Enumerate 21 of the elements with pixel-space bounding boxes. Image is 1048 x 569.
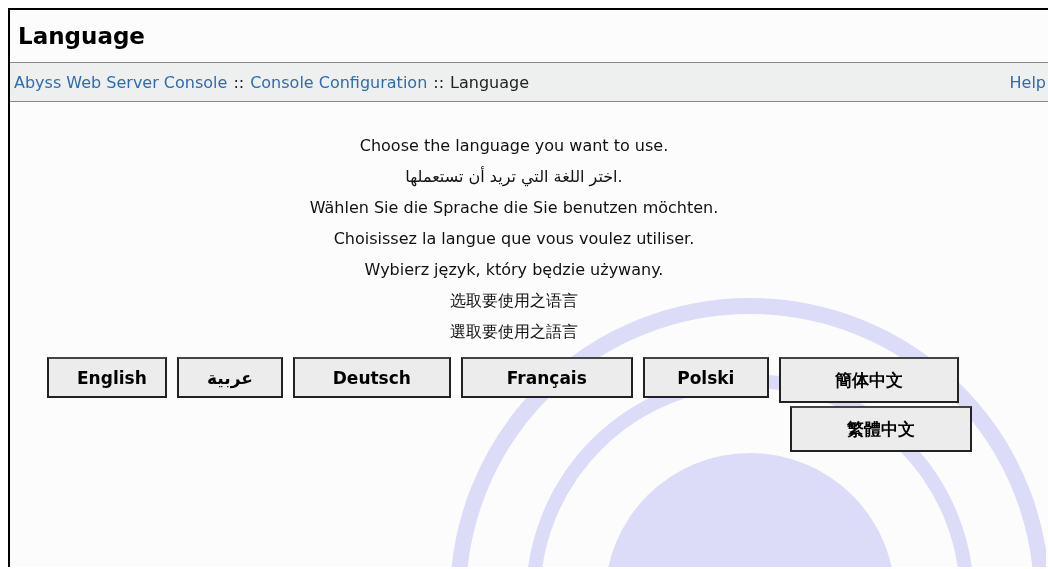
instruction-text: 选取要使用之语言 <box>450 290 578 312</box>
language-button[interactable]: 簡体中文 <box>778 357 959 403</box>
language-button[interactable]: English <box>47 357 167 398</box>
breadcrumb-separator: :: <box>433 72 445 92</box>
breadcrumb-separator: :: <box>233 72 245 92</box>
instruction-text: Wählen Sie die Sprache die Sie benutzen möchten. <box>309 197 719 219</box>
breadcrumb-current: Language <box>450 72 529 92</box>
page-title: Language <box>18 23 145 49</box>
help-link[interactable]: Help <box>1009 72 1048 92</box>
instruction-text: اختر اللغة التي تريد أن تستعملها. <box>405 165 623 189</box>
instruction-text: Wybierz język, który będzie używany. <box>364 259 664 281</box>
language-button[interactable]: عربية <box>177 357 283 398</box>
instruction-text: Choisissez la langue que vous voulez utiliser. <box>333 228 695 250</box>
instruction-text: 選取要使用之語言 <box>450 321 578 343</box>
breadcrumb-link[interactable]: Console Configuration <box>250 72 428 92</box>
language-button[interactable]: Français <box>460 357 633 398</box>
language-button[interactable]: 繁體中文 <box>790 406 972 452</box>
instruction-text: Choose the language you want to use. <box>359 135 669 157</box>
language-button[interactable]: Polski <box>642 357 769 398</box>
language-button[interactable]: Deutsch <box>292 357 451 398</box>
breadcrumb-link[interactable]: Abyss Web Server Console <box>14 72 228 92</box>
